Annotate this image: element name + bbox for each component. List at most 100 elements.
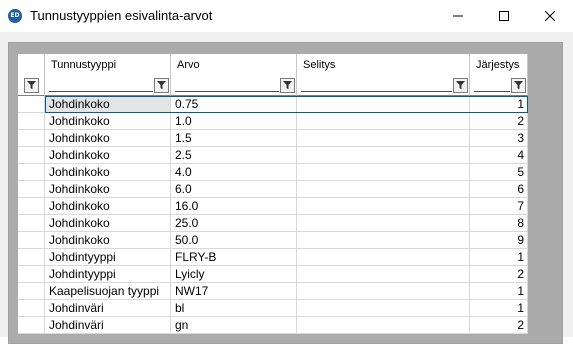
close-button[interactable] — [527, 0, 573, 32]
cell-type[interactable]: Johdinkoko — [45, 198, 171, 215]
row-selector[interactable] — [18, 300, 45, 317]
header-jarjestys[interactable]: Järjestys — [470, 54, 528, 96]
cell-desc[interactable] — [297, 96, 470, 113]
row-selector[interactable] — [18, 283, 45, 300]
table-row[interactable]: Johdinväri bl 1 — [18, 300, 528, 317]
row-selector[interactable] — [18, 266, 45, 283]
cell-value[interactable]: 25.0 — [171, 215, 297, 232]
row-selector[interactable] — [18, 113, 45, 130]
table-row[interactable]: Johdinkoko 0.75 1 — [18, 96, 528, 113]
cell-type[interactable]: Johdinkoko — [45, 130, 171, 147]
cell-value[interactable]: bl — [171, 300, 297, 317]
cell-value[interactable]: FLRY-B — [171, 249, 297, 266]
cell-type[interactable]: Johdinkoko — [45, 181, 171, 198]
table-row[interactable]: Johdintyyppi Lyicly 2 — [18, 266, 528, 283]
row-selector[interactable] — [18, 96, 45, 113]
row-selector[interactable] — [18, 232, 45, 249]
cell-order[interactable]: 3 — [470, 130, 528, 147]
cell-value[interactable]: NW17 — [171, 283, 297, 300]
cell-type[interactable]: Johdinkoko — [45, 232, 171, 249]
minimize-button[interactable] — [435, 0, 481, 32]
cell-type[interactable]: Kaapelisuojan tyyppi — [45, 283, 171, 300]
filter-button-arvo[interactable] — [280, 78, 295, 93]
table-row[interactable]: Kaapelisuojan tyyppi NW17 1 — [18, 283, 528, 300]
cell-order[interactable]: 4 — [470, 147, 528, 164]
cell-order[interactable]: 1 — [470, 300, 528, 317]
filter-input-line — [175, 91, 279, 92]
cell-value[interactable]: 1.0 — [171, 113, 297, 130]
row-selector[interactable] — [18, 147, 45, 164]
cell-type[interactable]: Johdinkoko — [45, 164, 171, 181]
cell-value[interactable]: 0.75 — [171, 96, 297, 113]
cell-type[interactable]: Johdinväri — [45, 317, 171, 334]
cell-value[interactable]: 6.0 — [171, 181, 297, 198]
cell-value[interactable]: 2.5 — [171, 147, 297, 164]
header-arvo[interactable]: Arvo — [171, 54, 297, 96]
table-row[interactable]: Johdinkoko 1.5 3 — [18, 130, 528, 147]
cell-desc[interactable] — [297, 249, 470, 266]
table-row[interactable]: Johdinkoko 16.0 7 — [18, 198, 528, 215]
cell-order[interactable]: 1 — [470, 249, 528, 266]
filter-button-selitys[interactable] — [453, 78, 468, 93]
cell-order[interactable]: 7 — [470, 198, 528, 215]
cell-order[interactable]: 8 — [470, 215, 528, 232]
cell-type[interactable]: Johdinväri — [45, 300, 171, 317]
cell-value[interactable]: 1.5 — [171, 130, 297, 147]
cell-type[interactable]: Johdinkoko — [45, 215, 171, 232]
row-selector[interactable] — [18, 130, 45, 147]
cell-order[interactable]: 1 — [470, 96, 528, 113]
cell-order[interactable]: 1 — [470, 283, 528, 300]
table-row[interactable]: Johdinkoko 4.0 5 — [18, 164, 528, 181]
row-selector[interactable] — [18, 198, 45, 215]
cell-type[interactable]: Johdinkoko — [45, 113, 171, 130]
maximize-button[interactable] — [481, 0, 527, 32]
row-selector[interactable] — [18, 164, 45, 181]
header-tunnustyyppi[interactable]: Tunnustyyppi — [45, 54, 171, 96]
table-row[interactable]: Johdinkoko 1.0 2 — [18, 113, 528, 130]
header-label: Järjestys — [476, 59, 520, 71]
cell-desc[interactable] — [297, 300, 470, 317]
cell-value[interactable]: 4.0 — [171, 164, 297, 181]
cell-desc[interactable] — [297, 164, 470, 181]
cell-value[interactable]: 16.0 — [171, 198, 297, 215]
cell-order[interactable]: 9 — [470, 232, 528, 249]
row-selector[interactable] — [18, 215, 45, 232]
cell-desc[interactable] — [297, 181, 470, 198]
cell-desc[interactable] — [297, 130, 470, 147]
filter-button-tunnustyyppi[interactable] — [154, 78, 169, 93]
cell-desc[interactable] — [297, 215, 470, 232]
filter-button-jarjestys[interactable] — [511, 78, 526, 93]
cell-desc[interactable] — [297, 232, 470, 249]
cell-desc[interactable] — [297, 198, 470, 215]
cell-desc[interactable] — [297, 317, 470, 334]
cell-desc[interactable] — [297, 147, 470, 164]
header-selitys[interactable]: Selitys — [297, 54, 470, 96]
cell-desc[interactable] — [297, 266, 470, 283]
table-row[interactable]: Johdinkoko 6.0 6 — [18, 181, 528, 198]
table-row[interactable]: Johdinväri gn 2 — [18, 317, 528, 334]
cell-order[interactable]: 5 — [470, 164, 528, 181]
cell-order[interactable]: 2 — [470, 317, 528, 334]
table-row[interactable]: Johdinkoko 25.0 8 — [18, 215, 528, 232]
cell-type[interactable]: Johdinkoko — [45, 96, 171, 113]
row-selector[interactable] — [18, 181, 45, 198]
table-row[interactable]: Johdinkoko 2.5 4 — [18, 147, 528, 164]
cell-value[interactable]: 50.0 — [171, 232, 297, 249]
filter-button-selector[interactable] — [24, 78, 39, 93]
cell-desc[interactable] — [297, 283, 470, 300]
cell-type[interactable]: Johdintyyppi — [45, 249, 171, 266]
table-row[interactable]: Johdintyyppi FLRY-B 1 — [18, 249, 528, 266]
cell-type[interactable]: Johdintyyppi — [45, 266, 171, 283]
filter-icon — [456, 81, 465, 90]
cell-order[interactable]: 6 — [470, 181, 528, 198]
row-selector[interactable] — [18, 249, 45, 266]
cell-desc[interactable] — [297, 113, 470, 130]
cell-value[interactable]: gn — [171, 317, 297, 334]
table-row[interactable]: Johdinkoko 50.0 9 — [18, 232, 528, 249]
cell-order[interactable]: 2 — [470, 113, 528, 130]
cell-type[interactable]: Johdinkoko — [45, 147, 171, 164]
cell-order[interactable]: 2 — [470, 266, 528, 283]
filter-input-line — [49, 91, 153, 92]
row-selector[interactable] — [18, 317, 45, 334]
cell-value[interactable]: Lyicly — [171, 266, 297, 283]
